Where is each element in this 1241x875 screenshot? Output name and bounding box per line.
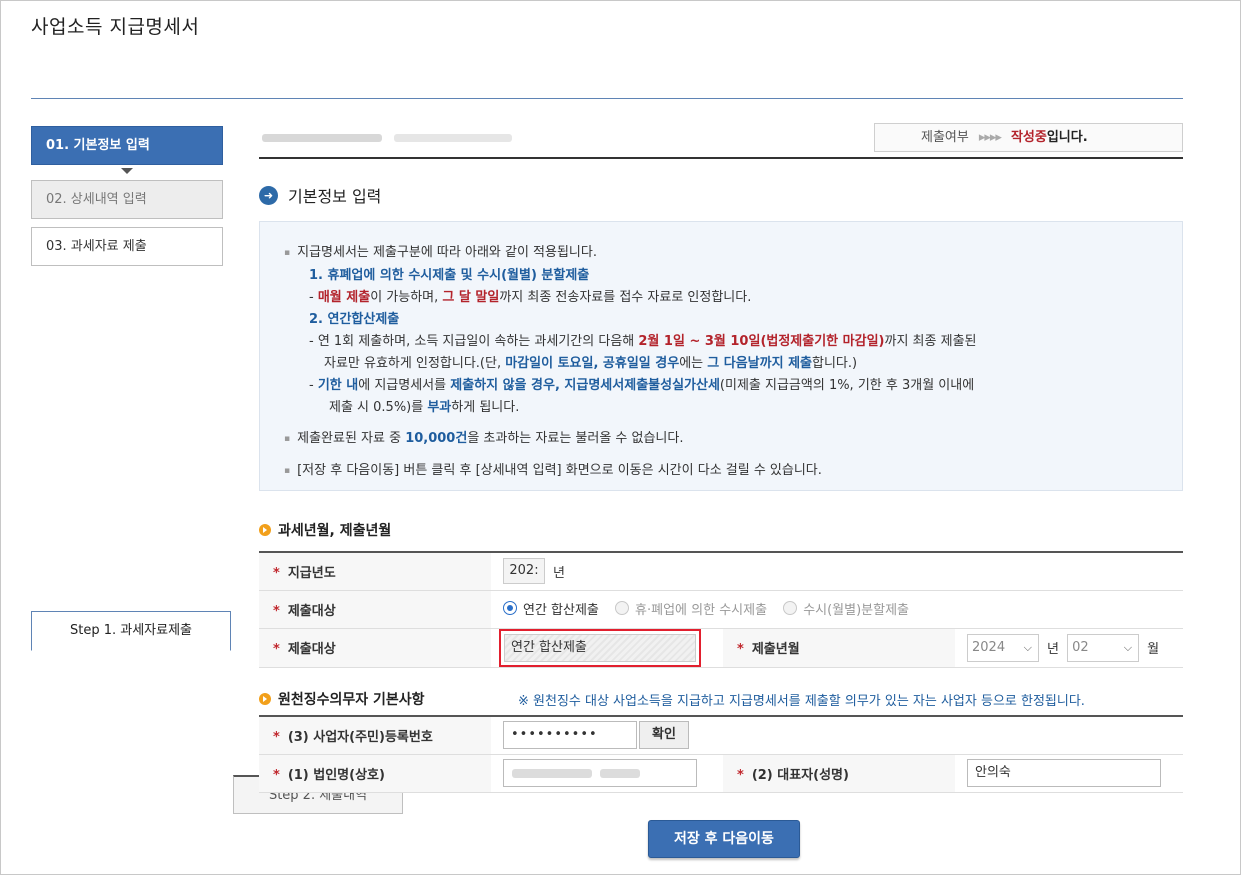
radio-closure[interactable]: 휴·폐업에 의한 수시제출 [615,599,767,618]
status-suffix: 입니다. [1046,130,1088,145]
payer-section-title: 원천징수의무자 기본사항 [259,689,425,709]
section-title: ➜ 기본정보 입력 [259,183,381,207]
highlight-box: 연간 합산제출 [499,628,701,667]
save-next-button[interactable]: 저장 후 다음이동 [648,820,800,858]
info-line: [저장 후 다음이동] 버튼 클릭 후 [상세내역 입력] 화면으로 이동은 시… [284,460,1182,483]
target-label: * 제출대상 [259,590,491,629]
confirm-button[interactable]: 확인 [639,721,689,750]
bullet-icon [259,524,271,536]
info-item2-desc: - 연 1회 제출하며, 소득 지급일이 속하는 과세기간의 다음해 2월 1일… [309,334,977,349]
payer-notice: ※ 원천징수 대상 사업소득을 지급하고 지급명세서를 제출할 의무가 있는 자… [518,694,1085,709]
chevron-down-icon: ⌵ [1123,640,1133,654]
header-divider [259,157,1183,159]
reg-number-label: * (3) 사업자(주민)등록번호 [259,716,491,755]
info-item1-title: 1. 휴폐업에 의한 수시제출 및 수시(월별) 분할제출 [309,268,590,283]
sidebar-item-detail[interactable]: 02. 상세내역 입력 [31,180,223,219]
sidebar-item-basic-info[interactable]: 01. 기본정보 입력 [31,126,223,165]
target-readonly-field: 연간 합산제출 [504,633,696,662]
submit-year-select[interactable]: 2024 ⌵ [967,633,1039,662]
down-arrow-icon [31,165,223,180]
info-item1-desc: - 매월 제출이 가능하며, 그 달 말일까지 최종 전송자료를 접수 자료로 … [309,290,752,305]
sidebar: 01. 기본정보 입력 02. 상세내역 입력 03. 과세자료 제출 [31,126,223,266]
corp-name-input[interactable] [503,759,697,787]
submit-month-select[interactable]: 02 ⌵ [1067,633,1140,662]
arrows-icon: ▸▸▸▸ [978,130,1002,145]
reg-number-input[interactable]: •••••••••• [503,721,637,750]
page-title: 사업소득 지급명세서 [31,16,200,38]
corp-name-label: * (1) 법인명(상호) [259,754,491,793]
radio-monthly[interactable]: 수시(월별)분할제출 [783,599,909,618]
submission-status: 제출여부 ▸▸▸▸ 작성중입니다. [874,123,1183,152]
status-value: 작성중 [1010,130,1047,145]
period-section-title: 과세년월, 제출년월 [259,520,391,540]
info-item3-desc: - 기한 내에 지급명세서를 제출하지 않을 경우, 지급명세서제출불성실가산세… [309,378,975,393]
info-item2-desc2: 자료만 유효하게 인정합니다.(단, 마감일이 토요일, 공휴일일 경우에는 그… [324,356,858,371]
arrow-circle-icon: ➜ [259,185,278,205]
info-line: 지급명세서는 제출구분에 따라 아래와 같이 적용됩니다. [284,242,1182,265]
info-line: 제출완료된 자료 중 10,000건을 초과하는 자료는 불러올 수 없습니다. [284,428,1182,451]
rep-name-input[interactable]: 안의숙 [967,759,1161,787]
bullet-icon [259,693,271,705]
tab-step1[interactable]: Step 1. 과세자료제출 [31,611,231,651]
info-box: 지급명세서는 제출구분에 따라 아래와 같이 적용됩니다. 1. 휴폐업에 의한… [259,221,1183,491]
chevron-down-icon: ⌵ [1023,640,1032,654]
radio-annual[interactable]: 연간 합산제출 [503,599,599,618]
info-item2-title: 2. 연간합산제출 [309,312,400,327]
section-title-text: 기본정보 입력 [288,187,382,206]
target2-label: * 제출대상 [259,628,491,668]
blurred-user-info [262,130,512,146]
rep-name-label: * (2) 대표자(성명) [723,754,955,793]
pay-year-label: * 지급년도 [259,552,491,591]
sidebar-item-submit[interactable]: 03. 과세자료 제출 [31,227,223,266]
status-label: 제출여부 [921,130,969,145]
payer-form: * (3) 사업자(주민)등록번호 •••••••••• 확인 * (1) 법인명(상… [259,715,1183,793]
pay-year-field[interactable]: 202: [503,558,545,585]
step-tabs: Step 1. 과세자료제출 Step 2. 제출내역 [31,60,1183,814]
submit-ym-label: * 제출년월 [723,628,955,668]
info-item3-desc2: 제출 시 0.5%)를 부과하게 됩니다. [329,400,520,415]
period-form: * 지급년도 202: 년 * 제출대상 연간 합산제출 휴·폐업에 의한 수시제출 … [259,551,1183,668]
